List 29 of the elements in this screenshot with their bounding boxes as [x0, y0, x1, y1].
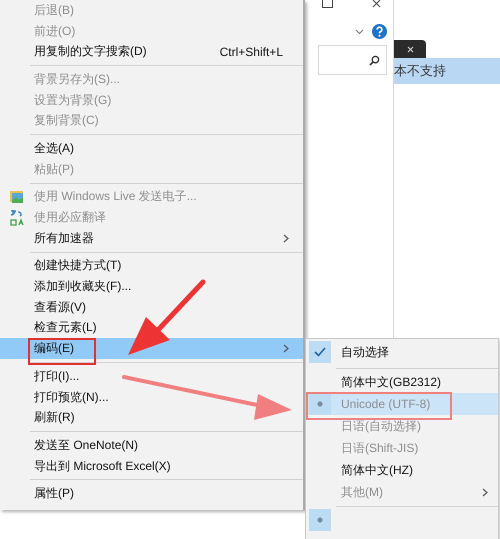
menu-item[interactable]: 用复制的文字搜索(D) Ctrl+Shift+L — [0, 41, 303, 62]
menu-item[interactable]: 打印预览(N)... — [0, 386, 303, 408]
menu-item[interactable]: 发送至 OneNote(N) — [0, 435, 303, 456]
menu-item[interactable]: 检查元素(L) — [0, 318, 303, 338]
help-icon[interactable] — [372, 24, 387, 39]
menu-item[interactable]: 打印(I)... — [0, 366, 303, 387]
row-text: 本不支持 — [394, 62, 446, 80]
picture-icon — [9, 188, 25, 205]
menu-item[interactable]: 查看源(V) — [0, 296, 303, 318]
menu-item[interactable]: 全选(A) — [0, 138, 303, 159]
menu-item[interactable]: 添加到收藏夹(F)... — [0, 276, 303, 297]
maximize-icon[interactable] — [322, 0, 333, 8]
menu-item[interactable]: 创建快捷方式(T) — [0, 256, 303, 276]
menu-item[interactable]: 刷新(R) — [0, 407, 303, 428]
search-field[interactable] — [318, 45, 387, 75]
search-icon — [369, 54, 380, 66]
menu-item[interactable]: 简体中文(GB2312) — [306, 371, 498, 393]
menu-item[interactable]: 所有加速器 — [0, 228, 303, 249]
translate-icon — [9, 209, 25, 226]
chevron-down-icon[interactable] — [355, 28, 364, 34]
menu-item[interactable]: 自动选择 — [306, 339, 498, 365]
menu-item[interactable]: 属性(P) — [0, 483, 303, 504]
close-icon[interactable] — [406, 46, 414, 52]
menu-item[interactable]: 简体中文(HZ) — [306, 459, 498, 481]
list-row[interactable]: 本不支持 — [394, 58, 500, 84]
close-icon[interactable] — [372, 0, 383, 8]
dark-tab[interactable] — [394, 40, 426, 58]
highlight-overlay — [28, 338, 96, 365]
menu-item[interactable]: 导出到 Microsoft Excel(X) — [0, 456, 303, 476]
